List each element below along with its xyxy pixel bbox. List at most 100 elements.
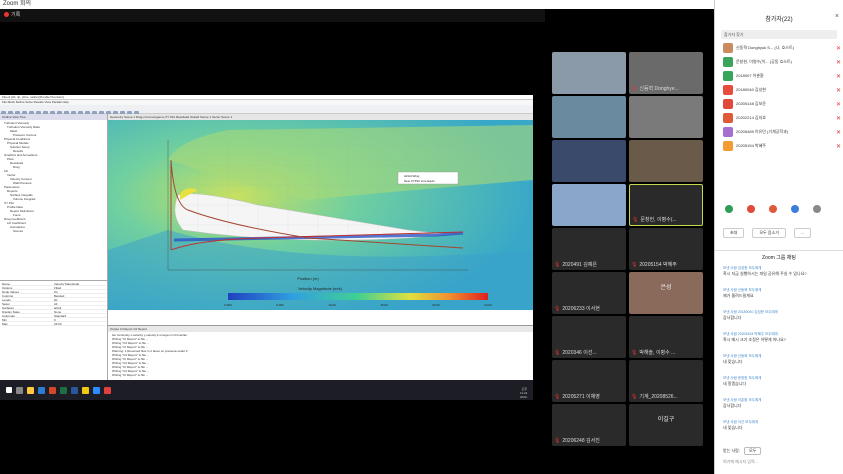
powerpoint-icon[interactable] (49, 386, 56, 394)
panel-button[interactable]: ... (793, 228, 812, 238)
avatar (723, 127, 733, 137)
edge-icon[interactable] (38, 386, 45, 394)
video-tile[interactable] (552, 184, 626, 226)
video-tile[interactable]: 🎙 20205271 이채영 (552, 360, 626, 402)
reaction-icon[interactable] (747, 205, 755, 213)
mic-muted-icon[interactable]: ✕ (836, 73, 841, 80)
velocity-contour-svg: Position (m) Airfoil-Wing New XYPlot Lin… (108, 120, 533, 310)
word-icon[interactable] (71, 386, 78, 394)
participant-name: 2018007 이춘환 (736, 73, 764, 78)
fluent-app-icon[interactable] (82, 386, 89, 394)
zoom-app-icon[interactable] (93, 386, 100, 394)
video-tile[interactable] (552, 52, 626, 94)
colorbar-tick-0: 0.000 (224, 303, 232, 307)
property-value[interactable]: Standard (54, 314, 106, 317)
mic-muted-icon: 🎙 (554, 350, 561, 356)
app-icon[interactable] (104, 386, 111, 394)
mic-muted-icon[interactable]: ✕ (836, 45, 841, 52)
windows-taskbar: 오후 11:242022-12-01 (0, 380, 533, 400)
chat-message: 보낸 사람 이춘환 모두에게 감사합니다 (723, 398, 839, 409)
participant-row[interactable]: 20202214 김지호 ✕ (723, 112, 841, 124)
video-tile[interactable] (552, 140, 626, 182)
video-tile[interactable]: 🎙 신동혁 Donghye... (629, 52, 703, 94)
tile-name: 20205154 박혜주 (639, 262, 677, 268)
reaction-icon[interactable] (725, 205, 733, 213)
tree-item[interactable]: Scenes (2, 229, 105, 233)
property-value[interactable]: All (54, 302, 106, 305)
chat-input[interactable]: 여기에 메시지 입력... (723, 459, 758, 465)
colorbar-tick-4: 20.00 (432, 303, 440, 307)
property-value[interactable]: 20 (54, 298, 106, 301)
participant-row[interactable]: 20180040 김성현 ✕ (723, 84, 841, 96)
participant-row[interactable]: 신동혁 Donghyuk S... (나, 호스트) ✕ (723, 42, 841, 54)
shared-screen: Fluent [2d, dp, pbns, sstkw] [Double Pre… (0, 95, 533, 400)
mic-muted-icon[interactable]: ✕ (836, 87, 841, 94)
search-icon[interactable] (16, 386, 23, 394)
mic-muted-icon: 🎙 (631, 262, 638, 268)
mic-muted-icon[interactable]: ✕ (836, 101, 841, 108)
property-value[interactable]: Filled (54, 286, 106, 289)
property-value[interactable]: On (54, 290, 106, 293)
windows-start-icon[interactable] (6, 387, 12, 393)
video-tile[interactable] (629, 96, 703, 138)
video-tile[interactable]: 🎙 2020346 이선... (552, 316, 626, 358)
property-value[interactable]: Velocity Magnitude (54, 282, 106, 285)
video-tile[interactable]: 🎙 2020491 김예은 (552, 228, 626, 270)
tile-name: 신동혁 Donghye... (639, 86, 679, 92)
console-output[interactable]: Output Cl Report Cd Report iter continui… (108, 325, 533, 380)
mic-muted-icon[interactable]: ✕ (836, 143, 841, 150)
participant-row[interactable]: 문창헌, 이병수(이... (공동 호스트) ✕ (723, 56, 841, 68)
participant-search[interactable]: 참가자 찾기 (721, 30, 837, 39)
video-tile[interactable]: 🎙 20206248 김서진 (552, 404, 626, 446)
video-tile[interactable] (629, 140, 703, 182)
video-tile[interactable]: 🎙 기계_20208526... (629, 360, 703, 402)
participant-row[interactable]: 20205154 박혜주 ✕ (723, 140, 841, 152)
video-tile[interactable]: 🎙 박해솔, 이병수 ... (629, 316, 703, 358)
mic-muted-icon[interactable]: ✕ (836, 129, 841, 136)
participant-row[interactable]: 20200148 김보준 ✕ (723, 98, 841, 110)
property-value[interactable]: 23.63 (54, 322, 106, 325)
property-name: Coloring (2, 294, 14, 298)
folder-icon[interactable] (27, 386, 34, 394)
property-value[interactable]: airfoil (54, 306, 106, 309)
legend-item-2: New XYPlot Line Equiv (404, 179, 435, 183)
avatar (723, 71, 733, 81)
outline-tree[interactable]: Turbulent Viscosity Turbulent Viscosity R… (0, 120, 107, 280)
recording-indicator[interactable]: 기록 (0, 9, 545, 22)
panel-button[interactable]: 초대 (723, 228, 745, 238)
tile-label: 🎙 문창헌, 이병수(... (632, 216, 677, 223)
video-tile[interactable]: 🎙 20205154 박혜주 (629, 228, 703, 270)
recipient-select[interactable]: 모두 (743, 447, 762, 455)
properties-panel[interactable]: Name Velocity Magnitude Options Filled Node … (0, 280, 108, 380)
video-tile[interactable]: 🎙 문창헌, 이병수(... (629, 184, 703, 226)
tile-name: 20206248 김서진 (562, 438, 600, 444)
reaction-icon[interactable] (769, 205, 777, 213)
property-value[interactable]: None (54, 310, 106, 313)
mic-muted-icon[interactable]: ✕ (836, 59, 841, 66)
output-line: Writing "Cl Report" to file ... (112, 373, 149, 377)
property-row[interactable]: Max 23.63 (2, 322, 106, 326)
video-tile[interactable]: 🎙 20206233 이서현 (552, 272, 626, 314)
participant-row[interactable]: 20205489 이유민 (기계공학과) ✕ (723, 126, 841, 138)
participant-row[interactable]: 2018007 이춘환 ✕ (723, 70, 841, 82)
fluent-toolbar[interactable] (0, 105, 533, 116)
reaction-icon[interactable] (813, 205, 821, 213)
video-tile[interactable]: 은성 (629, 272, 703, 314)
excel-icon[interactable] (60, 386, 67, 394)
close-icon[interactable]: × (835, 13, 839, 20)
avatar (723, 57, 733, 67)
mic-muted-icon: 🎙 (554, 438, 561, 444)
panel-button[interactable]: 모두 음소거 (752, 228, 786, 238)
video-tile[interactable]: 이길구 (629, 404, 703, 446)
mic-muted-icon: 🎙 (631, 86, 638, 92)
x-axis-title: Position (m) (297, 276, 319, 281)
colorbar-tick-1: 5.000 (276, 303, 284, 307)
reaction-icon[interactable] (791, 205, 799, 213)
video-tile[interactable] (552, 96, 626, 138)
mic-muted-icon[interactable]: ✕ (836, 115, 841, 122)
avatar (723, 113, 733, 123)
tile-label: 🎙 20205154 박혜주 (631, 261, 677, 268)
property-value[interactable]: Banded (54, 294, 106, 297)
property-name: Setup (2, 302, 10, 306)
property-value[interactable]: 0 (54, 318, 106, 321)
